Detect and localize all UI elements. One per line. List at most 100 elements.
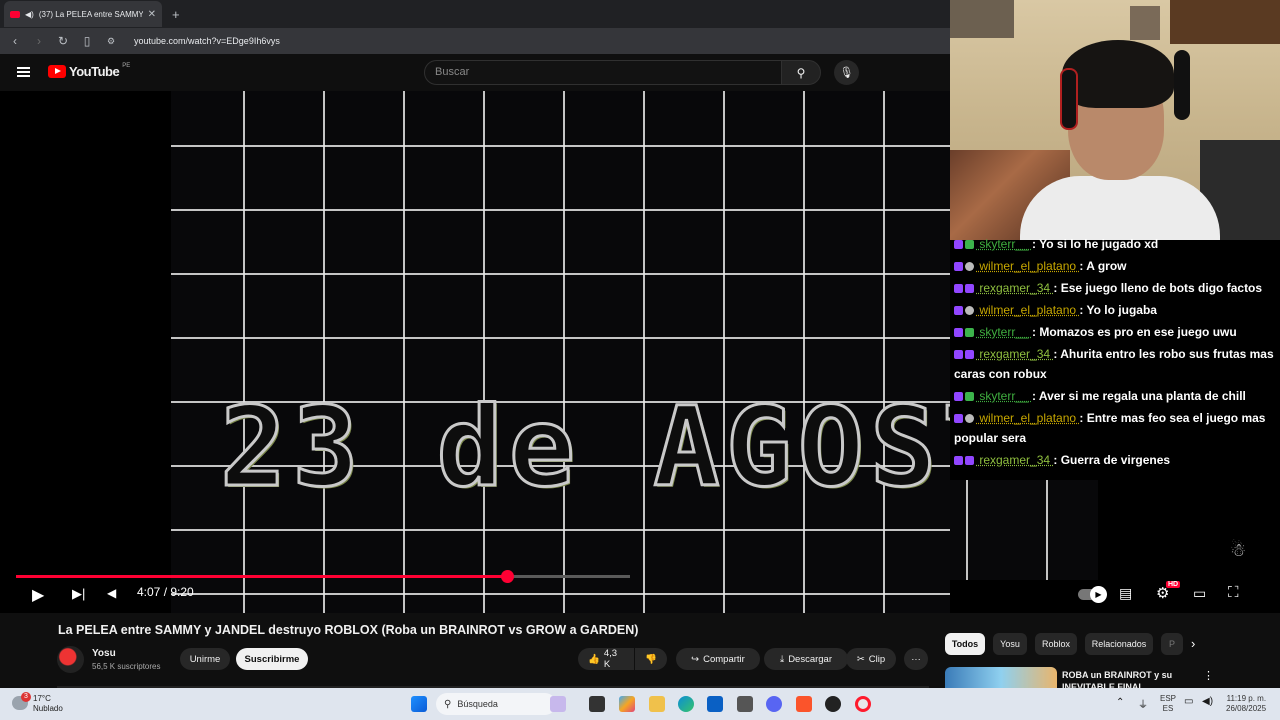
clock[interactable]: 11:19 p. m. 26/08/2025 [1226, 694, 1266, 714]
chat-message: skyterr__ : Aver si me regala una planta… [954, 386, 1280, 406]
chat-message: rexgamer_34 : Ahurita entro les robo sus… [954, 344, 1280, 384]
hd-badge: HD [1166, 581, 1181, 588]
chat-text: : Guerra de virgenes [1053, 453, 1171, 467]
video-player[interactable]: 23 de AGOST ▶ ▶| ◀ 4:07 / 9:20 ▤ ⚙ ▭ ⛶ [0, 91, 950, 613]
subscribe-button[interactable]: Suscribirme [236, 648, 308, 670]
recommended-thumbnail[interactable] [945, 667, 1057, 688]
url-field[interactable]: youtube.com/watch?v=EDge9Ih6vys [134, 36, 280, 46]
chat-username[interactable]: wilmer_el_platano [976, 411, 1079, 425]
brave-browser-icon[interactable] [796, 696, 812, 712]
discord-icon[interactable] [766, 696, 782, 712]
channel-name[interactable]: Yosu [92, 648, 116, 659]
task-view-icon[interactable] [589, 696, 605, 712]
site-info-icon[interactable]: ⚙ [104, 36, 118, 47]
tray-chevron-icon[interactable]: ⌃ [1116, 697, 1124, 708]
volume-icon[interactable]: ◀ [107, 586, 116, 600]
chat-username[interactable]: rexgamer_34 [976, 347, 1053, 361]
chat-platform-icon [954, 240, 963, 250]
share-button[interactable]: ↪ Compartir [676, 648, 760, 670]
chat-username[interactable]: wilmer_el_platano [976, 259, 1079, 273]
more-actions-button[interactable]: ··· [904, 648, 928, 670]
chat-user-badge-icon [965, 262, 974, 272]
chat-username[interactable]: rexgamer_34 [976, 453, 1053, 467]
person-hair [1062, 40, 1174, 108]
copilot-app-icon[interactable] [619, 696, 635, 712]
subtitles-icon[interactable]: ▤ [1119, 585, 1132, 602]
chat-text: : Yo si lo he jugado xd [1032, 237, 1159, 251]
download-button[interactable]: ⤓ Descargar [764, 648, 848, 670]
tray-usb-icon[interactable]: ⏚ [1138, 696, 1148, 711]
taskbar-search[interactable]: ⚲ Búsqueda [436, 693, 556, 715]
progress-bar[interactable] [16, 570, 630, 583]
clock-time: 11:19 p. m. [1226, 694, 1267, 703]
chat-username[interactable]: skyterr__ [976, 237, 1032, 251]
close-tab-icon[interactable]: ✕ [148, 9, 156, 20]
youtube-header: YouTube PE Buscar ⚲ 🎙 [0, 54, 950, 91]
forward-button[interactable]: › [32, 34, 46, 48]
recommendation-chips: Todos Yosu Roblox Relacionados P › [945, 633, 1280, 657]
chat-message: rexgamer_34 : Ese juego lleno de bots di… [954, 278, 1280, 298]
headphone-right [1174, 50, 1190, 120]
opera-icon[interactable] [855, 696, 871, 712]
bookmark-icon[interactable]: ▯ [80, 34, 94, 48]
edge-icon[interactable] [678, 696, 694, 712]
language-indicator[interactable]: ESP ES [1160, 694, 1176, 714]
chat-platform-icon [954, 306, 963, 316]
chip-roblox[interactable]: Roblox [1035, 633, 1077, 655]
chat-user-badge-icon [965, 328, 974, 338]
subscriber-count: 56,5 K suscriptores [92, 662, 161, 671]
progress-scrubber[interactable] [501, 570, 514, 583]
search-button[interactable]: ⚲ [781, 60, 821, 85]
chip-yosu[interactable]: Yosu [993, 633, 1027, 655]
obs-icon[interactable] [825, 696, 841, 712]
search-input[interactable]: Buscar [424, 60, 782, 85]
chat-message: skyterr__ : Momazos es pro en ese juego … [954, 322, 1280, 342]
clip-button[interactable]: ✂ Clip [846, 648, 896, 670]
windows-start-icon[interactable] [411, 696, 427, 712]
like-button[interactable]: 👍 4,3 K [578, 648, 634, 670]
chip-all[interactable]: Todos [945, 633, 985, 655]
join-button[interactable]: Unirme [180, 648, 230, 670]
play-icon[interactable]: ▶ [32, 585, 44, 605]
file-explorer-icon[interactable] [649, 696, 665, 712]
app-grid-icon[interactable] [737, 696, 753, 712]
chat-message: wilmer_el_platano : Yo lo jugaba [954, 300, 1280, 320]
fullscreen-icon[interactable]: ⛶ [1228, 584, 1239, 601]
dislike-button[interactable]: 👎 [635, 648, 667, 670]
download-label: Descargar [788, 653, 833, 665]
search-icon: ⚲ [444, 698, 452, 710]
chat-text: : Ese juego lleno de bots digo factos [1053, 281, 1263, 295]
chat-text: : Aver si me regala una planta de chill [1032, 389, 1246, 403]
more-vert-icon[interactable]: ⋮ [1203, 669, 1214, 682]
copilot-icon[interactable] [550, 696, 566, 712]
chat-username[interactable]: skyterr__ [976, 389, 1032, 403]
youtube-logo[interactable]: YouTube PE [48, 63, 130, 79]
theater-mode-icon[interactable]: ▭ [1193, 585, 1206, 602]
live-chat-overlay: skyterr__ : Yo si lo he jugado xd wilmer… [950, 237, 1280, 480]
screen: ◀) (37) La PELEA entre SAMMY y ✕ + ‹ › ↻… [0, 0, 1280, 720]
tab-title: (37) La PELEA entre SAMMY y [38, 9, 143, 19]
network-icon[interactable]: ▭ [1184, 696, 1193, 707]
next-icon[interactable]: ▶| [72, 586, 85, 602]
voice-search-button[interactable]: 🎙 [834, 60, 859, 85]
chip-related[interactable]: Relacionados [1085, 633, 1153, 655]
chat-platform-icon [954, 284, 963, 294]
back-button[interactable]: ‹ [8, 34, 22, 48]
channel-avatar[interactable] [57, 646, 84, 673]
chat-message: rexgamer_34 : Guerra de virgenes [954, 450, 1280, 470]
clock-date: 26/08/2025 [1226, 704, 1267, 713]
speaker-icon[interactable]: ◀) [1202, 696, 1213, 707]
weather-widget[interactable]: 17°C Nublado [33, 694, 63, 714]
browser-tab-active[interactable]: ◀) (37) La PELEA entre SAMMY y ✕ [4, 1, 162, 27]
recommended-video[interactable]: ROBA un BRAINROT y su INEVITABLE FINAL ⋮ [945, 665, 1280, 692]
chat-username[interactable]: skyterr__ [976, 325, 1032, 339]
store-icon[interactable] [707, 696, 723, 712]
chevron-right-icon[interactable]: › [1191, 636, 1195, 651]
new-tab-button[interactable]: + [172, 7, 180, 22]
chat-username[interactable]: wilmer_el_platano [976, 303, 1079, 317]
reload-button[interactable]: ↻ [56, 34, 70, 48]
chip-more[interactable]: P [1161, 633, 1183, 655]
progress-played [16, 575, 507, 578]
menu-icon[interactable] [17, 67, 30, 77]
chat-username[interactable]: rexgamer_34 [976, 281, 1053, 295]
